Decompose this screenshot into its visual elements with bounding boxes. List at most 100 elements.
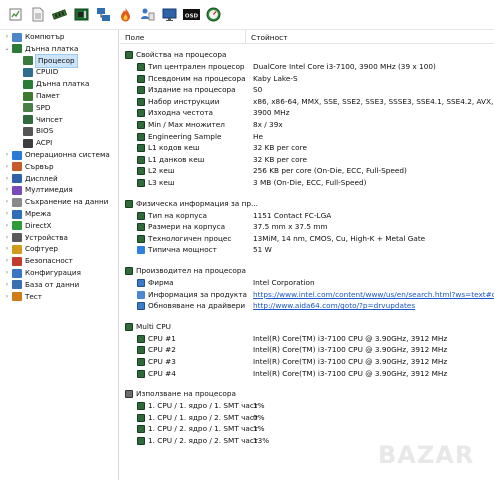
sidebar-item[interactable]: › Софтуер	[3, 243, 58, 255]
sidebar-item[interactable]: Дънна платка	[14, 78, 89, 90]
column-divider[interactable]	[245, 30, 246, 44]
table-row[interactable]: Информация за продукта https://www.intel.…	[120, 289, 494, 300]
osd-icon[interactable]: OSD	[183, 7, 200, 22]
sidebar-item[interactable]: › Компютър	[3, 31, 65, 43]
sidebar-item[interactable]: › Дисплей	[3, 173, 58, 185]
test-icon	[12, 292, 22, 302]
sidebar-item[interactable]: › База от данни	[3, 279, 79, 291]
sidebar-item[interactable]: BIOS	[14, 125, 53, 137]
table-row[interactable]: Технологичен процес 13MiM, 14 nm, CMOS, C…	[120, 233, 494, 244]
collapse-arrow-icon[interactable]: ⌄	[3, 43, 11, 55]
table-row[interactable]: CPU #4 Intel(R) Core(TM) i3-7100 CPU @ 3.…	[120, 368, 494, 379]
section-header: Multi CPU	[120, 321, 494, 332]
sidebar-item[interactable]: › Тест	[3, 291, 42, 303]
sidebar-item[interactable]: › Операционна система	[3, 149, 110, 161]
table-row[interactable]: Тип на корпуса 1151 Contact FC-LGA	[120, 210, 494, 221]
section-header: Свойства на процесора	[120, 49, 494, 60]
gauge-icon[interactable]	[206, 7, 221, 22]
sidebar-item-label: Чипсет	[36, 114, 63, 124]
expand-arrow-icon[interactable]: ›	[3, 255, 11, 267]
sidebar-item[interactable]: › Конфигурация	[3, 267, 81, 279]
table-row[interactable]: Набор инструкции x86, x86-64, MMX, SSE, S…	[120, 96, 494, 107]
field-name: L3 кеш	[148, 178, 175, 187]
expand-arrow-icon[interactable]: ›	[3, 243, 11, 255]
expand-arrow-icon[interactable]: ›	[3, 220, 11, 232]
table-row[interactable]: Обновяване на драйвери http://www.aida64.…	[120, 300, 494, 311]
table-row[interactable]: CPU #1 Intel(R) Core(TM) i3-7100 CPU @ 3.…	[120, 333, 494, 344]
expand-arrow-icon[interactable]: ›	[3, 184, 11, 196]
table-row[interactable]: Изходна честота 3900 MHz	[120, 107, 494, 118]
expand-arrow-icon[interactable]: ›	[3, 149, 11, 161]
table-row[interactable]: CPU #2 Intel(R) Core(TM) i3-7100 CPU @ 3.…	[120, 344, 494, 355]
table-row[interactable]: Фирма Intel Corporation	[120, 277, 494, 288]
expand-arrow-icon[interactable]: ›	[3, 208, 11, 220]
flame-icon[interactable]	[118, 7, 133, 22]
table-row[interactable]: Engineering Sample Не	[120, 131, 494, 142]
field-value: 3 MB (On-Die, ECC, Full-Speed)	[253, 178, 367, 187]
sidebar-item-label: SPD	[36, 102, 51, 112]
field-name: CPU #1	[148, 333, 176, 343]
sidebar-item[interactable]: › Мултимедия	[3, 184, 73, 196]
cpu-chip-icon	[137, 97, 145, 106]
table-row[interactable]: Размери на корпуса 37.5 mm x 37.5 mm	[120, 221, 494, 232]
field-value: 1%	[253, 401, 265, 411]
sidebar-item[interactable]: › DirectX	[3, 220, 51, 232]
expand-arrow-icon[interactable]: ›	[3, 196, 11, 208]
sidebar-item[interactable]: ACPI	[14, 137, 52, 149]
table-row[interactable]: Тип централен процесор DualCore Intel Cor…	[120, 61, 494, 72]
sidebar-item[interactable]: CPUID	[14, 66, 58, 78]
sidebar-item[interactable]: › Мрежа	[3, 208, 51, 220]
field-value-link[interactable]: http://www.aida64.com/goto/?p=drvupdates	[253, 300, 415, 311]
memory-icon	[23, 91, 33, 101]
sidebar-item[interactable]: ⌄ Дънна платка	[3, 43, 78, 55]
sidebar-item-label: BIOS	[36, 126, 54, 136]
sidebar-item[interactable]: Чипсет	[14, 114, 63, 126]
section-header: Физическа информация за пр...	[120, 198, 494, 209]
report-icon[interactable]	[8, 7, 23, 22]
column-header-field[interactable]: Поле	[125, 33, 144, 42]
expand-arrow-icon[interactable]: ›	[3, 173, 11, 185]
column-header-value[interactable]: Стойност	[251, 33, 288, 42]
sidebar-item[interactable]: › Безопасност	[3, 255, 73, 267]
table-row[interactable]: Издание на процесора S0	[120, 84, 494, 95]
field-value-link[interactable]: https://www.intel.com/content/www/us/en/…	[253, 289, 494, 300]
expand-arrow-icon[interactable]: ›	[3, 161, 11, 173]
field-name: Min / Max множител	[148, 120, 225, 129]
table-row[interactable]: Псевдоним на процесора Kaby Lake-S	[120, 73, 494, 84]
table-row[interactable]: 1. CPU / 2. ядро / 1. SMT част 1%	[120, 423, 494, 434]
storage-icon	[12, 197, 22, 207]
table-row[interactable]: 1. CPU / 1. ядро / 2. SMT част 0%	[120, 412, 494, 423]
table-row[interactable]: CPU #3 Intel(R) Core(TM) i3-7100 CPU @ 3.…	[120, 356, 494, 367]
sidebar-item[interactable]: › Сървър	[3, 161, 54, 173]
table-row[interactable]: L2 кеш 256 KB per core (On-Die, ECC, Full…	[120, 165, 494, 176]
expand-arrow-icon[interactable]: ›	[3, 232, 11, 244]
expand-arrow-icon[interactable]: ›	[3, 31, 11, 43]
cpu-chip-icon	[125, 322, 133, 331]
field-name: 1. CPU / 2. ядро / 1. SMT част	[148, 424, 259, 434]
sidebar-item[interactable]: › Устройства	[3, 232, 68, 244]
sidebar-item[interactable]: Памет	[14, 90, 60, 102]
table-row[interactable]: L1 кодов кеш 32 KB per core	[120, 142, 494, 153]
table-row[interactable]: L3 кеш 3 MB (On-Die, ECC, Full-Speed)	[120, 177, 494, 188]
sidebar-item-label: Дисплей	[25, 173, 58, 183]
motherboard-icon[interactable]	[74, 7, 89, 22]
table-row[interactable]: L1 данков кеш 32 KB per core	[120, 154, 494, 165]
field-value: 37.5 mm x 37.5 mm	[253, 222, 328, 232]
sidebar-item-label: Софтуер	[25, 244, 58, 254]
network-icon[interactable]	[96, 7, 111, 22]
file-icon[interactable]	[30, 7, 45, 22]
monitor-icon[interactable]	[162, 7, 177, 22]
sidebar-item-label: Дънна платка	[36, 79, 90, 89]
users-icon[interactable]	[140, 7, 155, 22]
expand-arrow-icon[interactable]: ›	[3, 291, 11, 303]
table-row[interactable]: Типична мощност 51 W	[120, 244, 494, 255]
sidebar-item[interactable]: SPD	[14, 102, 50, 114]
table-row[interactable]: 1. CPU / 1. ядро / 1. SMT част 1%	[120, 400, 494, 411]
expand-arrow-icon[interactable]: ›	[3, 279, 11, 291]
sidebar-item[interactable]: › Съхранение на данни	[3, 196, 108, 208]
expand-arrow-icon[interactable]: ›	[3, 267, 11, 279]
cpu-chip-icon	[125, 51, 133, 59]
memory-module-icon[interactable]	[52, 7, 67, 22]
sidebar-item[interactable]: Процесор	[14, 53, 78, 68]
table-row[interactable]: Min / Max множител 8x / 39x	[120, 119, 494, 130]
